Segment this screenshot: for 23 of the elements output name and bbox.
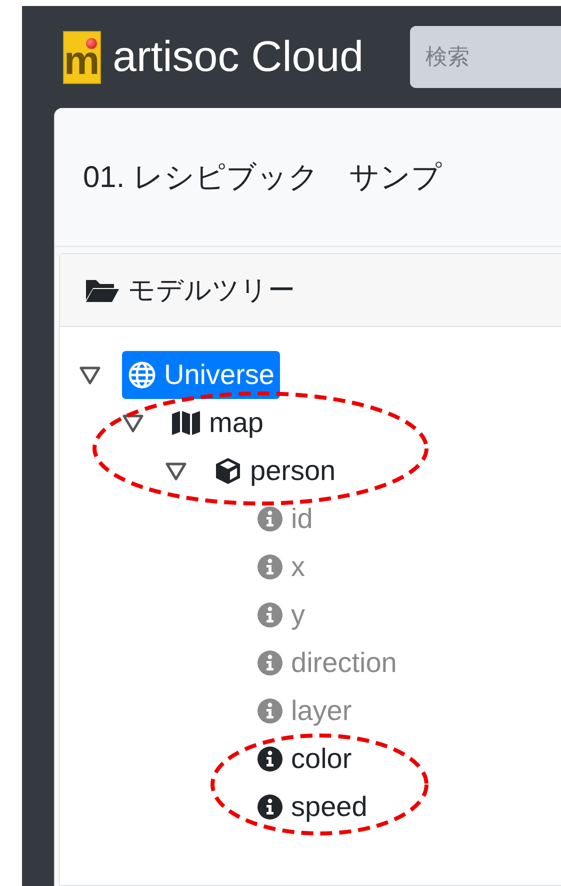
expand-triangle-icon[interactable] <box>122 413 144 433</box>
info-icon <box>257 554 283 580</box>
tree-item[interactable]: speed <box>251 783 374 831</box>
globe-icon <box>128 361 156 389</box>
tree-item[interactable]: person <box>208 447 342 495</box>
expand-triangle-icon[interactable] <box>79 365 101 385</box>
tree-item[interactable]: Universe <box>122 351 280 399</box>
tree-item[interactable]: map <box>165 399 270 447</box>
map-icon <box>171 410 201 436</box>
info-icon <box>257 794 283 820</box>
info-icon <box>257 650 283 676</box>
tree-item[interactable]: color <box>251 735 358 783</box>
cube-icon <box>214 457 242 485</box>
model-title: 01. レシピブック サンプ <box>83 160 442 196</box>
expand-triangle-icon[interactable] <box>165 461 187 481</box>
info-icon <box>257 746 283 772</box>
search-field[interactable]: 検索 <box>410 26 561 88</box>
info-icon <box>257 602 283 628</box>
info-icon <box>257 698 283 724</box>
app-title: artisoc Cloud <box>112 32 364 82</box>
info-icon <box>257 506 283 532</box>
logo-icon: m <box>63 30 101 84</box>
panel-title: モデルツリー <box>128 274 295 307</box>
